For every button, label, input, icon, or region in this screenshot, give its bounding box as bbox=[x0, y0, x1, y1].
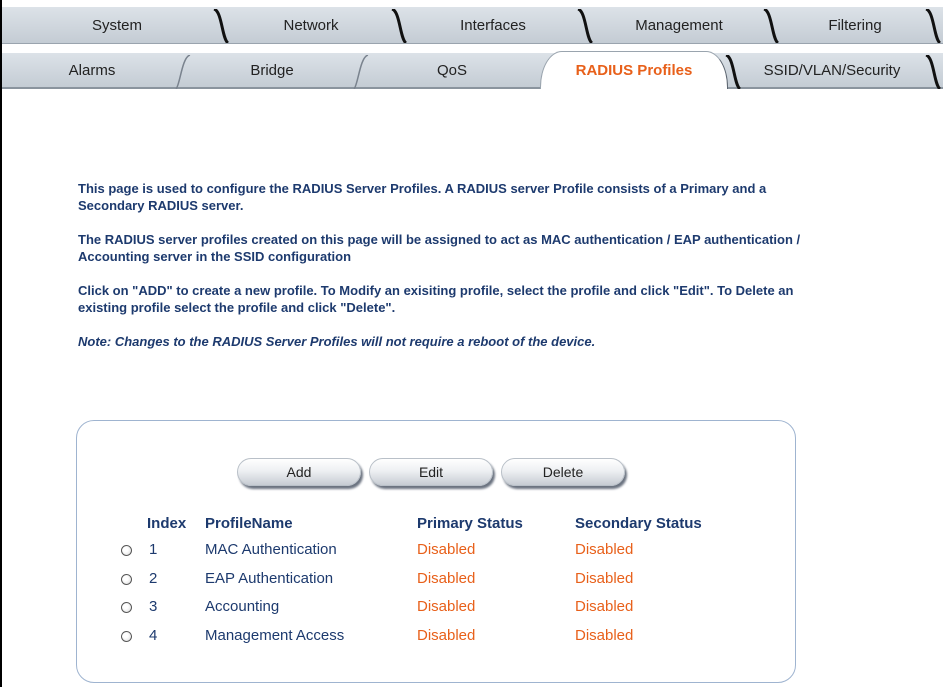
tab-bar-secondary: Alarms Bridge QoS RADIUS Profiles SSID/V… bbox=[2, 51, 943, 89]
row-primary-status: Disabled bbox=[417, 598, 476, 615]
tab-divider-icon bbox=[763, 9, 780, 43]
tab-management[interactable]: Management bbox=[594, 7, 764, 43]
row-select-radio[interactable] bbox=[121, 545, 132, 556]
intro-paragraph-2: The RADIUS server profiles created on th… bbox=[78, 232, 801, 264]
tab-bar-primary: System Network Interfaces Management Fil… bbox=[2, 7, 943, 44]
row-profile-name: Accounting bbox=[205, 598, 280, 615]
tab-network[interactable]: Network bbox=[230, 7, 392, 43]
page-description: This page is used to configure the RADIU… bbox=[78, 180, 818, 367]
row-select-radio[interactable] bbox=[121, 631, 132, 642]
row-select-radio[interactable] bbox=[121, 602, 132, 613]
header-primary-status: Primary Status bbox=[417, 515, 523, 532]
profiles-panel: Add Edit Delete Index ProfileName Primar… bbox=[76, 420, 796, 683]
row-secondary-status: Disabled bbox=[575, 598, 634, 615]
tab-divider-icon bbox=[577, 9, 594, 43]
tab-filtering[interactable]: Filtering bbox=[780, 7, 930, 43]
tab-radius-profiles[interactable]: RADIUS Profiles bbox=[540, 51, 728, 89]
row-index: 2 bbox=[149, 570, 158, 587]
edit-button[interactable]: Edit bbox=[369, 458, 493, 486]
row-profile-name: EAP Authentication bbox=[205, 570, 334, 587]
tab-divider-icon bbox=[925, 9, 942, 43]
intro-paragraph-1: This page is used to configure the RADIU… bbox=[78, 181, 767, 213]
tab-divider-icon bbox=[725, 55, 742, 89]
add-button[interactable]: Add bbox=[237, 458, 361, 486]
header-profile-name: ProfileName bbox=[205, 515, 293, 532]
tab-divider-icon bbox=[213, 9, 230, 43]
header-secondary-status: Secondary Status bbox=[575, 515, 702, 532]
tab-system[interactable]: System bbox=[22, 7, 212, 43]
delete-button[interactable]: Delete bbox=[501, 458, 625, 486]
row-index: 1 bbox=[149, 541, 158, 558]
tab-ssid-vlan-security[interactable]: SSID/VLAN/Security bbox=[742, 53, 922, 87]
row-primary-status: Disabled bbox=[417, 570, 476, 587]
tab-divider-icon bbox=[925, 55, 942, 89]
row-index: 3 bbox=[149, 598, 158, 615]
intro-paragraph-3: Click on "ADD" to create a new profile. … bbox=[78, 283, 794, 315]
tab-divider-icon bbox=[391, 9, 408, 43]
row-secondary-status: Disabled bbox=[575, 627, 634, 644]
row-profile-name: MAC Authentication bbox=[205, 541, 337, 558]
tab-interfaces[interactable]: Interfaces bbox=[408, 7, 578, 43]
tab-bridge[interactable]: Bridge bbox=[186, 53, 358, 87]
tab-alarms[interactable]: Alarms bbox=[2, 53, 182, 87]
row-primary-status: Disabled bbox=[417, 627, 476, 644]
header-index: Index bbox=[147, 515, 187, 532]
row-primary-status: Disabled bbox=[417, 541, 476, 558]
row-index: 4 bbox=[149, 627, 158, 644]
tab-qos[interactable]: QoS bbox=[364, 53, 540, 87]
row-select-radio[interactable] bbox=[121, 574, 132, 585]
tab-row-gap bbox=[2, 44, 943, 53]
row-secondary-status: Disabled bbox=[575, 570, 634, 587]
row-profile-name: Management Access bbox=[205, 627, 345, 644]
row-secondary-status: Disabled bbox=[575, 541, 634, 558]
reboot-note: Note: Changes to the RADIUS Server Profi… bbox=[78, 334, 596, 349]
